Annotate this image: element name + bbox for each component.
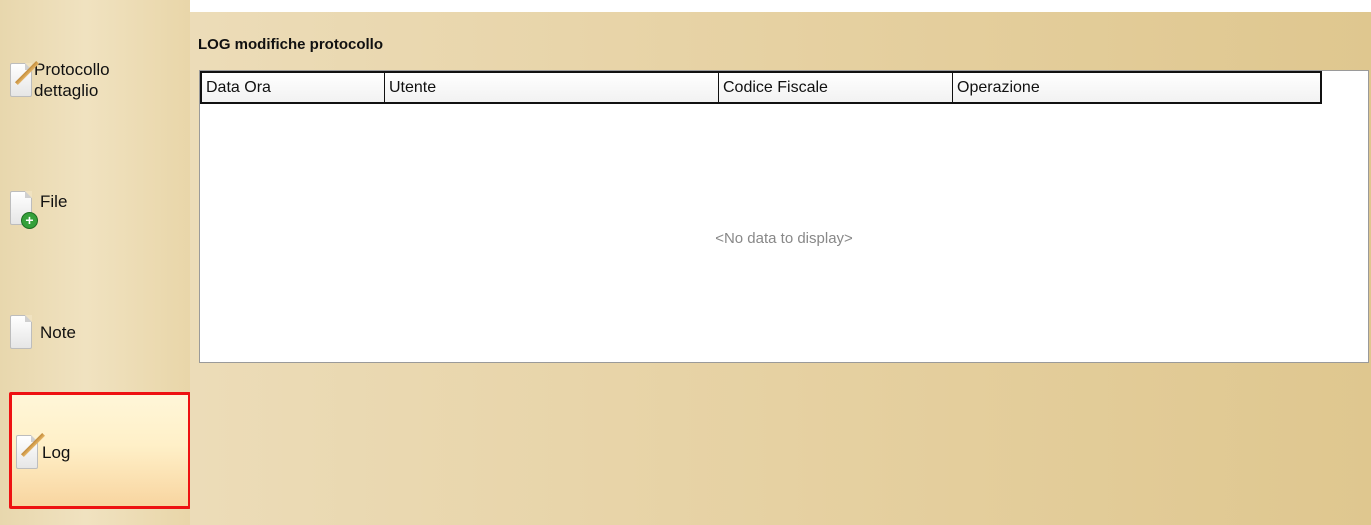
sidebar-item-label: Protocollo (34, 60, 110, 79)
sidebar-item-label: Log (42, 442, 71, 462)
column-header-codice-fiscale[interactable]: Codice Fiscale (719, 73, 953, 102)
edit-document-icon (16, 432, 46, 469)
sidebar-nav: Protocollo dettaglio + File Note Log (0, 0, 191, 525)
sidebar-item-label: dettaglio (34, 81, 99, 100)
sidebar-item-note[interactable]: Note (10, 312, 190, 352)
sidebar-item-label: File (40, 191, 68, 211)
log-grid: Data Ora Utente Codice Fiscale Operazion… (199, 70, 1369, 363)
main-panel: LOG modifiche protocollo Data Ora Utente… (190, 12, 1371, 525)
grid-header: Data Ora Utente Codice Fiscale Operazion… (200, 71, 1322, 104)
column-header-operazione[interactable]: Operazione (953, 73, 1320, 102)
sidebar-item-log[interactable]: Log (9, 392, 191, 509)
page-title: LOG modifiche protocollo (198, 36, 383, 53)
document-icon (10, 315, 32, 349)
sidebar-item-file[interactable]: + File (10, 186, 190, 230)
sidebar-item-protocollo-dettaglio[interactable]: Protocollo dettaglio (10, 52, 190, 108)
empty-grid-message: <No data to display> (715, 230, 853, 247)
edit-document-icon (10, 60, 40, 97)
column-header-utente[interactable]: Utente (385, 73, 719, 102)
add-file-icon: + (10, 191, 38, 229)
column-header-data-ora[interactable]: Data Ora (202, 73, 385, 102)
sidebar-item-label: Note (40, 322, 76, 342)
